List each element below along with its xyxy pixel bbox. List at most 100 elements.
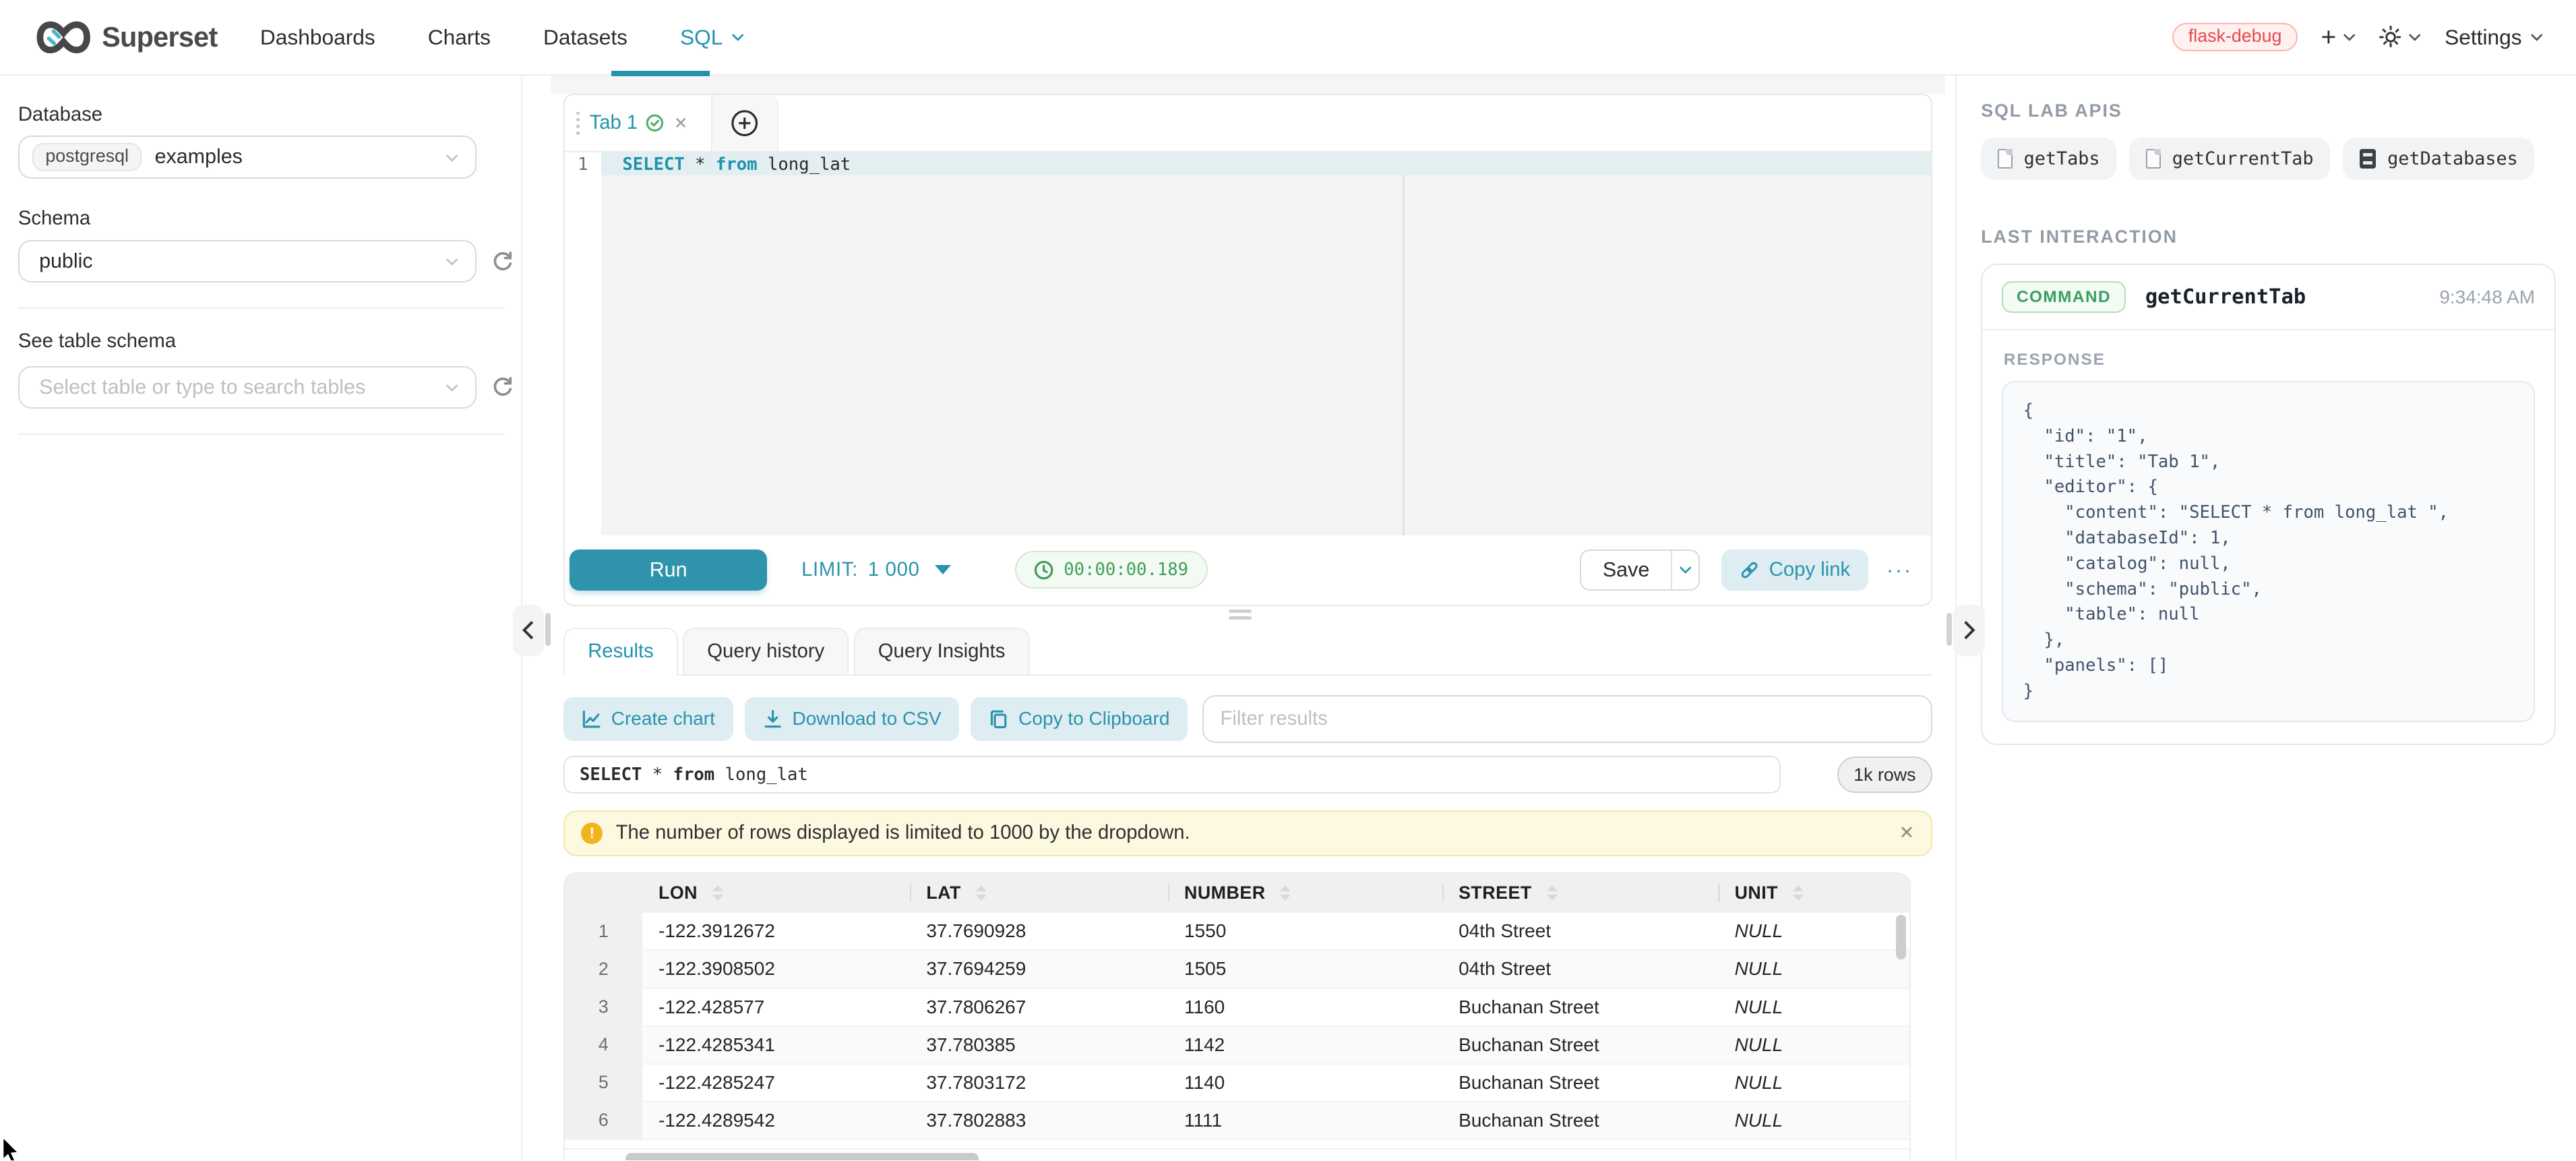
column-header-lon[interactable]: LON [642,874,910,912]
clipboard-icon [989,709,1008,729]
response-json: { "id": "1", "title": "Tab 1", "editor":… [2002,381,2535,722]
chevron-down-icon [731,33,745,41]
sql-star: * [685,154,716,175]
filter-results-input[interactable] [1202,695,1932,743]
create-chart-button[interactable]: Create chart [563,697,733,742]
timer-value: 00:00:00.189 [1064,560,1188,580]
download-icon [763,709,783,729]
limit-value: 1 000 [868,559,920,581]
sql-editor-workspace: Tab 1 ✕ 1 SELECT * from long_lat [563,76,1935,1160]
more-actions-button[interactable]: ··· [1887,558,1913,583]
caret-down-icon [935,565,951,574]
document-icon [2146,149,2161,169]
tab-query-insights[interactable]: Query Insights [854,628,1030,674]
save-split-button: Save [1580,549,1700,591]
query-preview-row: SELECT * from long_lat 1k rows [563,756,1932,794]
sql-table-name: long_lat [758,154,851,175]
new-tab-button[interactable] [712,95,778,151]
chevron-down-icon [2343,33,2356,41]
top-navbar: Superset Dashboards Charts Datasets SQL … [0,0,2576,76]
nav-charts[interactable]: Charts [428,25,491,50]
nav-datasets[interactable]: Datasets [543,25,627,50]
link-icon [1740,560,1759,580]
sidebar-divider [18,307,505,309]
chevron-down-icon [446,154,459,162]
chart-icon [582,709,601,729]
chevron-down-icon [2530,33,2544,41]
sql-code-editor[interactable]: 1 SELECT * from long_lat [565,152,1930,535]
editor-tab-active[interactable]: Tab 1 ✕ [565,95,712,151]
collapse-right-panel-button[interactable] [1953,605,1984,656]
collapse-sidebar-button[interactable] [513,605,544,656]
table-row: 5 -122.4285247 37.7803172 1140 Buchanan … [565,1063,1909,1101]
run-query-button[interactable]: Run [570,549,767,591]
row-count-badge: 1k rows [1837,756,1932,793]
table-row: 4 -122.4285341 37.780385 1142 Buchanan S… [565,1025,1909,1063]
chevron-down-icon [446,258,459,266]
right-resize-handle[interactable] [1946,613,1951,646]
results-actions: Create chart Download to CSV Copy to Cli… [563,695,1932,743]
api-panel-title: SQL LAB APIS [1981,100,2559,121]
panel-split-handle[interactable] [1229,609,1252,620]
command-name: getCurrentTab [2145,285,2306,309]
save-button[interactable]: Save [1581,551,1671,589]
editor-tab-title: Tab 1 [590,112,638,134]
close-warning-icon[interactable]: ✕ [1899,823,1914,843]
editor-gutter [565,152,601,535]
topbar-right: flask-debug + Settings [2172,23,2543,51]
schema-select[interactable]: public [18,240,477,282]
close-tab-icon[interactable]: ✕ [674,113,687,133]
drag-handle-icon[interactable] [576,112,580,135]
sort-icon [1793,885,1804,901]
sql-lab-sidebar: Database postgresql examples Schema publ… [0,76,522,1160]
sort-icon [976,885,987,901]
chevron-left-icon [522,620,535,640]
tab-query-history[interactable]: Query history [683,628,849,674]
database-select[interactable]: postgresql examples [18,136,477,178]
column-header-lat[interactable]: LAT [910,874,1168,912]
refresh-tables-icon[interactable] [491,376,514,398]
vertical-scrollbar[interactable] [1896,915,1906,959]
table-row: 2 -122.3908502 37.7694259 1505 04th Stre… [565,949,1909,987]
superset-logo[interactable]: Superset [36,21,218,54]
column-header-unit[interactable]: UNIT [1718,874,1909,912]
limit-label: LIMIT: [801,559,858,581]
executed-query-preview: SELECT * from long_lat [563,756,1781,794]
save-dropdown-button[interactable] [1671,551,1698,589]
table-select[interactable]: Select table or type to search tables [18,366,477,409]
document-icon [1998,149,2013,169]
column-header-street[interactable]: STREET [1442,874,1719,912]
theme-toggle-button[interactable] [2379,26,2422,49]
table-row-partial [565,1139,1909,1149]
get-databases-button[interactable]: getDatabases [2343,138,2534,180]
refresh-schemas-icon[interactable] [491,250,514,273]
schema-value: public [39,249,93,273]
nav-sql[interactable]: SQL [680,25,744,50]
column-header-number[interactable]: NUMBER [1168,874,1442,912]
database-engine-tag: postgresql [32,143,142,171]
tab-results[interactable]: Results [563,628,678,674]
chevron-down-icon [1679,566,1692,574]
clock-icon [1034,560,1053,580]
table-row: 3 -122.428577 37.7806267 1160 Buchanan S… [565,988,1909,1025]
table-row: 6 -122.4289542 37.7802883 1111 Buchanan … [565,1101,1909,1139]
copy-clipboard-button[interactable]: Copy to Clipboard [971,697,1188,742]
left-resize-handle[interactable] [545,613,550,646]
get-current-tab-button[interactable]: getCurrentTab [2129,138,2329,180]
settings-menu[interactable]: Settings [2445,25,2543,50]
last-interaction-title: LAST INTERACTION [1981,227,2559,247]
chevron-down-icon [446,384,459,392]
mouse-cursor [1,1137,21,1160]
database-label: Database [18,104,521,126]
nav-dashboards[interactable]: Dashboards [260,25,375,50]
database-value: examples [155,145,243,169]
limit-dropdown[interactable]: LIMIT: 1 000 [801,559,950,581]
copy-link-button[interactable]: Copy link [1721,549,1868,591]
new-item-button[interactable]: + [2321,24,2356,51]
table-schema-label: See table schema [18,330,521,353]
get-tabs-button[interactable]: getTabs [1981,138,2116,180]
horizontal-scrollbar[interactable] [625,1153,979,1160]
editor-toolbar: Run LIMIT: 1 000 00:00:00.189 Save [565,535,1930,604]
sql-lab-api-panel: SQL LAB APIS getTabs getCurrentTab getDa… [1955,76,2576,1160]
download-csv-button[interactable]: Download to CSV [745,697,960,742]
